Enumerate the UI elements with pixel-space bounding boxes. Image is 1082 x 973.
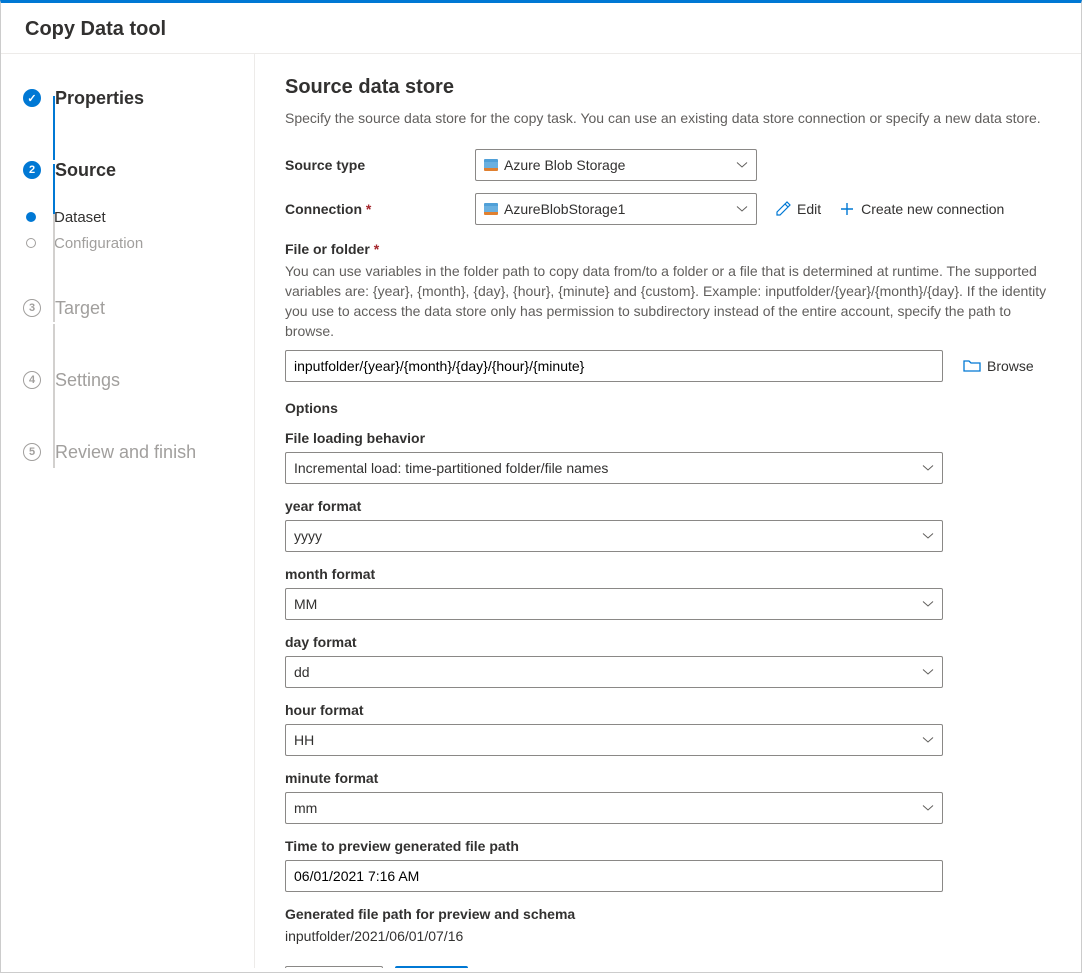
substep-label: Dataset <box>54 209 106 226</box>
year-format-label: year format <box>285 498 1051 514</box>
next-button[interactable]: Next <box>395 966 468 968</box>
day-format-select[interactable]: dd <box>285 656 943 688</box>
chevron-down-icon <box>922 734 934 746</box>
step-target[interactable]: 3 Target <box>23 288 254 328</box>
loading-behavior-label: File loading behavior <box>285 430 1051 446</box>
substep-configuration[interactable]: Configuration <box>26 228 254 258</box>
dot-icon <box>26 212 36 222</box>
hour-format-label: hour format <box>285 702 1051 718</box>
chevron-down-icon <box>922 598 934 610</box>
source-type-label: Source type <box>285 157 475 173</box>
connection-select[interactable]: AzureBlobStorage1 <box>475 193 757 225</box>
folder-icon <box>963 358 981 374</box>
dot-icon <box>26 238 36 248</box>
browse-button[interactable]: Browse <box>963 358 1034 374</box>
check-icon: ✓ <box>23 89 41 107</box>
pencil-icon <box>775 201 791 217</box>
page-title: Source data store <box>285 76 1051 99</box>
generated-path-value: inputfolder/2021/06/01/07/16 <box>285 928 1051 944</box>
minute-format-value: mm <box>294 800 922 816</box>
chevron-down-icon <box>922 666 934 678</box>
year-format-value: yyyy <box>294 528 922 544</box>
step-label: Source <box>55 160 116 181</box>
page-header: Copy Data tool <box>1 3 1081 54</box>
step-label: Target <box>55 298 105 319</box>
day-format-label: day format <box>285 634 1051 650</box>
substep-label: Configuration <box>54 235 143 252</box>
previous-button[interactable]: Previous <box>285 966 383 968</box>
minute-format-label: minute format <box>285 770 1051 786</box>
browse-label: Browse <box>987 358 1034 374</box>
plus-icon <box>839 201 855 217</box>
edit-label: Edit <box>797 201 821 217</box>
month-format-value: MM <box>294 596 922 612</box>
connection-label: Connection * <box>285 201 475 217</box>
step-number-icon: 2 <box>23 161 41 179</box>
loading-behavior-value: Incremental load: time-partitioned folde… <box>294 460 922 476</box>
hour-format-value: HH <box>294 732 922 748</box>
step-properties[interactable]: ✓ Properties <box>23 78 254 118</box>
source-type-value: Azure Blob Storage <box>504 157 736 173</box>
edit-button[interactable]: Edit <box>775 201 821 217</box>
step-label: Review and finish <box>55 442 196 463</box>
preview-time-label: Time to preview generated file path <box>285 838 1051 854</box>
generated-path-label: Generated file path for preview and sche… <box>285 906 1051 922</box>
wizard-sidebar: ✓ Properties 2 Source Dataset Configurat… <box>1 54 255 968</box>
year-format-select[interactable]: yyyy <box>285 520 943 552</box>
preview-time-input[interactable] <box>285 860 943 892</box>
hour-format-select[interactable]: HH <box>285 724 943 756</box>
chevron-down-icon <box>922 462 934 474</box>
minute-format-select[interactable]: mm <box>285 792 943 824</box>
month-format-label: month format <box>285 566 1051 582</box>
step-source[interactable]: 2 Source <box>23 150 254 190</box>
loading-behavior-select[interactable]: Incremental load: time-partitioned folde… <box>285 452 943 484</box>
create-connection-button[interactable]: Create new connection <box>839 201 1004 217</box>
step-review[interactable]: 5 Review and finish <box>23 432 254 472</box>
step-label: Settings <box>55 370 120 391</box>
options-heading: Options <box>285 400 1051 416</box>
file-folder-help: You can use variables in the folder path… <box>285 261 1051 342</box>
chevron-down-icon <box>736 159 748 171</box>
source-type-select[interactable]: Azure Blob Storage <box>475 149 757 181</box>
chevron-down-icon <box>922 530 934 542</box>
create-connection-label: Create new connection <box>861 201 1004 217</box>
step-label: Properties <box>55 88 144 109</box>
page-description: Specify the source data store for the co… <box>285 109 1051 129</box>
step-number-icon: 4 <box>23 371 41 389</box>
month-format-select[interactable]: MM <box>285 588 943 620</box>
storage-icon <box>484 159 498 171</box>
storage-icon <box>484 203 498 215</box>
file-folder-label: File or folder * <box>285 241 1051 257</box>
day-format-value: dd <box>294 664 922 680</box>
step-settings[interactable]: 4 Settings <box>23 360 254 400</box>
chevron-down-icon <box>736 203 748 215</box>
chevron-down-icon <box>922 802 934 814</box>
connection-value: AzureBlobStorage1 <box>504 201 736 217</box>
step-number-icon: 5 <box>23 443 41 461</box>
main-content: Source data store Specify the source dat… <box>255 54 1081 968</box>
file-folder-input[interactable] <box>285 350 943 382</box>
step-number-icon: 3 <box>23 299 41 317</box>
